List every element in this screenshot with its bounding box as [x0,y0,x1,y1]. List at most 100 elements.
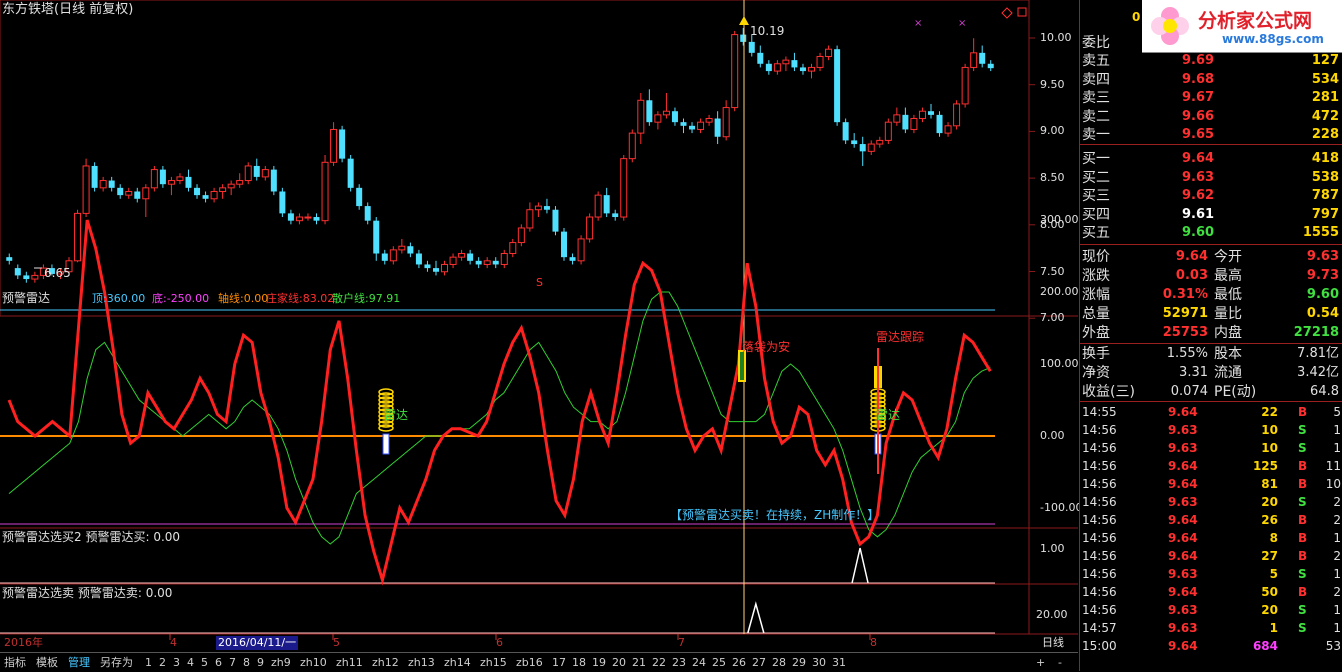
tick-row: 14:56 9.63 10 S 1 [1080,439,1342,457]
tab-26[interactable]: 26 [730,654,748,671]
tab-17[interactable]: 17 [550,654,568,671]
candle-body [219,187,227,192]
candle-body [757,52,764,64]
candle-body [970,52,978,68]
buy-level: 买四 9.61 797 [1080,206,1342,224]
candle-body [339,129,346,159]
retail-line [8,291,991,545]
tab-20[interactable]: 20 [610,654,628,671]
sell-level: 卖三 9.67 281 [1080,89,1342,107]
candle-body [594,194,602,218]
tab-2[interactable]: 2 [157,654,168,671]
tick-volume: 5 [1269,567,1278,581]
tab-指标[interactable]: 指标 [2,654,28,671]
radar-marker [382,433,390,455]
tab-28[interactable]: 28 [770,654,788,671]
tick-price: 9.64 [1168,477,1198,491]
candle-body [74,212,82,262]
candle-body [321,161,329,222]
candle-body [936,114,943,134]
quote-value: 0.03 [1175,268,1208,283]
buy-level: 买五 9.60 1555 [1080,224,1342,242]
tab-1[interactable]: 1 [143,654,154,671]
tab-8[interactable]: 8 [241,654,252,671]
buy-signal [851,547,869,584]
tab-27[interactable]: 27 [750,654,768,671]
tab-23[interactable]: 23 [670,654,688,671]
candle-body [534,205,542,211]
tab-29[interactable]: 29 [790,654,808,671]
tab-21[interactable]: 21 [630,654,648,671]
tab-31[interactable]: 31 [830,654,848,671]
stats-value: 3.31 [1179,365,1208,380]
tick-row: 14:56 9.63 5 S 1 [1080,565,1342,583]
tab-30[interactable]: 30 [810,654,828,671]
tab-zh11[interactable]: zh11 [334,654,365,671]
candle-body [150,169,158,189]
tab-zb16[interactable]: zb16 [514,654,545,671]
candle-body [99,180,107,189]
candle-body [389,249,397,262]
candle-body [415,253,422,265]
stats-value: 3.42亿 [1297,365,1339,380]
tab-25[interactable]: 25 [710,654,728,671]
quote-label: 量比 [1214,306,1242,322]
candle-body [270,169,277,192]
candle-body [202,195,209,199]
candle-body [689,125,696,130]
chart-area[interactable]: × × 东方铁塔(日线 前复权) 10.00 9.50 9.00 8.50 8.00 7.5… [0,0,1082,672]
zoom-in-button[interactable]: + [1034,654,1047,671]
month-label: 6 [496,636,503,649]
period-label[interactable]: 日线 [1042,636,1064,650]
candle-body [244,165,252,182]
tab-zh14[interactable]: zh14 [442,654,473,671]
tab-4[interactable]: 4 [185,654,196,671]
tab-zh12[interactable]: zh12 [370,654,401,671]
candle-body [227,183,235,189]
stats-value: 0.074 [1170,384,1208,399]
tab-另存为[interactable]: 另存为 [98,654,135,671]
tab-zh10[interactable]: zh10 [298,654,329,671]
level-label: 买四 [1082,206,1110,223]
param-label: 轴线: [218,292,244,305]
tab-19[interactable]: 19 [590,654,608,671]
tab-管理[interactable]: 管理 [66,654,92,671]
tab-5[interactable]: 5 [199,654,210,671]
zoom-out-button[interactable]: - [1056,654,1064,671]
tab-模板[interactable]: 模板 [34,654,60,671]
price-axis-label: 7.00 [1040,311,1065,325]
candle-body [194,187,201,196]
candle-body [825,48,833,57]
tick-volume: 27 [1261,549,1278,563]
tick-price: 9.63 [1168,423,1198,437]
tick-row: 14:56 9.63 10 S 1 [1080,421,1342,439]
quote-label: 最高 [1214,268,1242,284]
quote-label: 现价 [1082,249,1110,265]
sell-value-label: 预警雷达卖: [77,586,142,600]
tab-zh13[interactable]: zh13 [406,654,437,671]
quote-label: 总量 [1082,306,1110,322]
candle-body [373,220,380,254]
tab-22[interactable]: 22 [650,654,668,671]
candle-body [500,253,508,265]
level-label: 买五 [1082,225,1110,241]
radar-coil [378,424,394,432]
buy-panel-name: 预警雷达选买2 [2,530,82,544]
tab-18[interactable]: 18 [570,654,588,671]
sell-level: 卖四 9.68 534 [1080,71,1342,89]
tab-7[interactable]: 7 [227,654,238,671]
tick-row: 14:56 9.64 125 B 11 [1080,457,1342,475]
tick-time: 14:56 [1082,549,1117,563]
tick-count: 1 [1333,531,1341,545]
stats-label: 流通 [1214,365,1242,381]
level-label: 卖四 [1082,71,1110,88]
stats-label: 净资 [1082,365,1110,381]
candle-body [834,49,841,123]
tab-zh9[interactable]: zh9 [269,654,293,671]
tab-9[interactable]: 9 [255,654,266,671]
tab-6[interactable]: 6 [213,654,224,671]
tab-zh15[interactable]: zh15 [478,654,509,671]
tab-24[interactable]: 24 [690,654,708,671]
tab-3[interactable]: 3 [171,654,182,671]
buy-axis-label: 1.00 [1040,542,1065,555]
